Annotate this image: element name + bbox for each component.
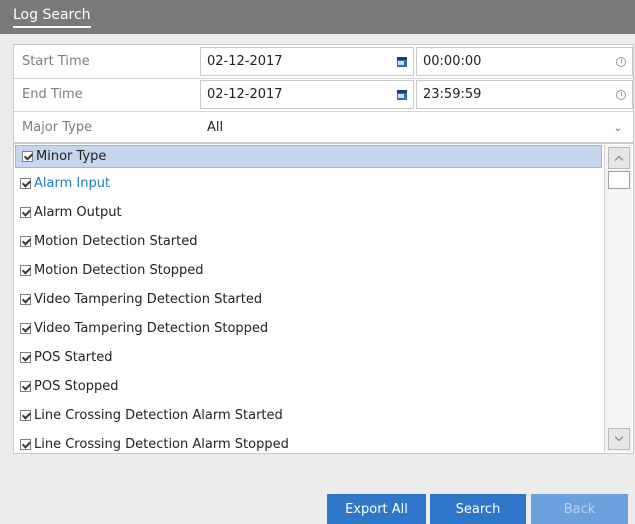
start-date-field[interactable]: 02-12-2017 bbox=[200, 47, 414, 76]
end-time-value: 23:59:59 bbox=[423, 87, 482, 102]
minor-type-item[interactable]: POS Stopped bbox=[14, 372, 602, 401]
minor-type-header-label: Minor Type bbox=[36, 149, 107, 164]
dialog-titlebar: Log Search bbox=[0, 0, 635, 34]
calendar-icon[interactable] bbox=[397, 90, 407, 100]
item-label: Line Crossing Detection Alarm Started bbox=[34, 408, 283, 423]
item-checkbox[interactable] bbox=[20, 381, 31, 392]
item-checkbox[interactable] bbox=[20, 236, 31, 247]
start-time-label: Start Time bbox=[22, 54, 90, 69]
minor-type-item[interactable]: Alarm Output bbox=[14, 198, 602, 227]
scroll-thumb[interactable] bbox=[608, 171, 630, 189]
end-date-value: 02-12-2017 bbox=[207, 87, 283, 102]
item-checkbox[interactable] bbox=[20, 352, 31, 363]
minor-type-item[interactable]: Motion Detection Started bbox=[14, 227, 602, 256]
item-label: Video Tampering Detection Stopped bbox=[34, 321, 269, 336]
search-button[interactable]: Search bbox=[430, 494, 526, 524]
major-type-select[interactable]: All ⌄ bbox=[200, 113, 633, 142]
item-checkbox[interactable] bbox=[20, 294, 31, 305]
minor-type-list: Minor Type Alarm Input Alarm Output Motion… bbox=[13, 143, 634, 454]
clock-icon[interactable] bbox=[616, 57, 626, 67]
item-checkbox[interactable] bbox=[20, 439, 31, 450]
chevron-down-icon: ⌄ bbox=[613, 123, 622, 134]
minor-type-item[interactable]: Alarm Input bbox=[14, 169, 602, 198]
item-label: Alarm Input bbox=[34, 176, 111, 191]
dialog-title: Log Search bbox=[13, 7, 91, 28]
start-time-field[interactable]: 00:00:00 bbox=[416, 47, 633, 76]
minor-type-item[interactable]: Line Crossing Detection Alarm Started bbox=[14, 401, 602, 430]
minor-type-item[interactable]: Line Crossing Detection Alarm Stopped bbox=[14, 430, 602, 453]
item-checkbox[interactable] bbox=[20, 207, 31, 218]
item-label: POS Started bbox=[34, 350, 113, 365]
scroll-up-button[interactable] bbox=[608, 147, 630, 169]
clock-icon[interactable] bbox=[616, 90, 626, 100]
minor-type-item[interactable]: Motion Detection Stopped bbox=[14, 256, 602, 285]
start-time-value: 00:00:00 bbox=[423, 54, 482, 69]
search-form: Start Time 02-12-2017 00:00:00 End Time … bbox=[13, 44, 634, 143]
item-label: Line Crossing Detection Alarm Stopped bbox=[34, 437, 289, 452]
end-date-field[interactable]: 02-12-2017 bbox=[200, 80, 414, 109]
minor-type-item[interactable]: Video Tampering Detection Started bbox=[14, 285, 602, 314]
end-time-row: End Time 02-12-2017 23:59:59 bbox=[14, 78, 635, 111]
minor-type-item[interactable]: Video Tampering Detection Stopped bbox=[14, 314, 602, 343]
major-type-label: Major Type bbox=[22, 120, 93, 135]
calendar-icon[interactable] bbox=[397, 57, 407, 67]
item-checkbox[interactable] bbox=[20, 265, 31, 276]
list-scrollbar[interactable] bbox=[604, 145, 632, 452]
end-time-label: End Time bbox=[22, 87, 83, 102]
minor-type-header[interactable]: Minor Type bbox=[15, 145, 602, 168]
scroll-down-button[interactable] bbox=[608, 428, 630, 450]
select-all-checkbox[interactable] bbox=[22, 151, 33, 162]
back-button[interactable]: Back bbox=[531, 494, 628, 524]
item-label: Video Tampering Detection Started bbox=[34, 292, 263, 307]
item-label: Alarm Output bbox=[34, 205, 122, 220]
start-time-row: Start Time 02-12-2017 00:00:00 bbox=[14, 45, 635, 78]
item-label: Motion Detection Started bbox=[34, 234, 198, 249]
start-date-value: 02-12-2017 bbox=[207, 54, 283, 69]
item-label: Motion Detection Stopped bbox=[34, 263, 204, 278]
item-checkbox[interactable] bbox=[20, 178, 31, 189]
end-time-field[interactable]: 23:59:59 bbox=[416, 80, 633, 109]
item-checkbox[interactable] bbox=[20, 410, 31, 421]
export-all-button[interactable]: Export All bbox=[327, 494, 426, 524]
minor-type-item[interactable]: POS Started bbox=[14, 343, 602, 372]
item-checkbox[interactable] bbox=[20, 323, 31, 334]
major-type-value: All bbox=[207, 120, 224, 135]
item-label: POS Stopped bbox=[34, 379, 119, 394]
major-type-row: Major Type All ⌄ bbox=[14, 111, 635, 144]
